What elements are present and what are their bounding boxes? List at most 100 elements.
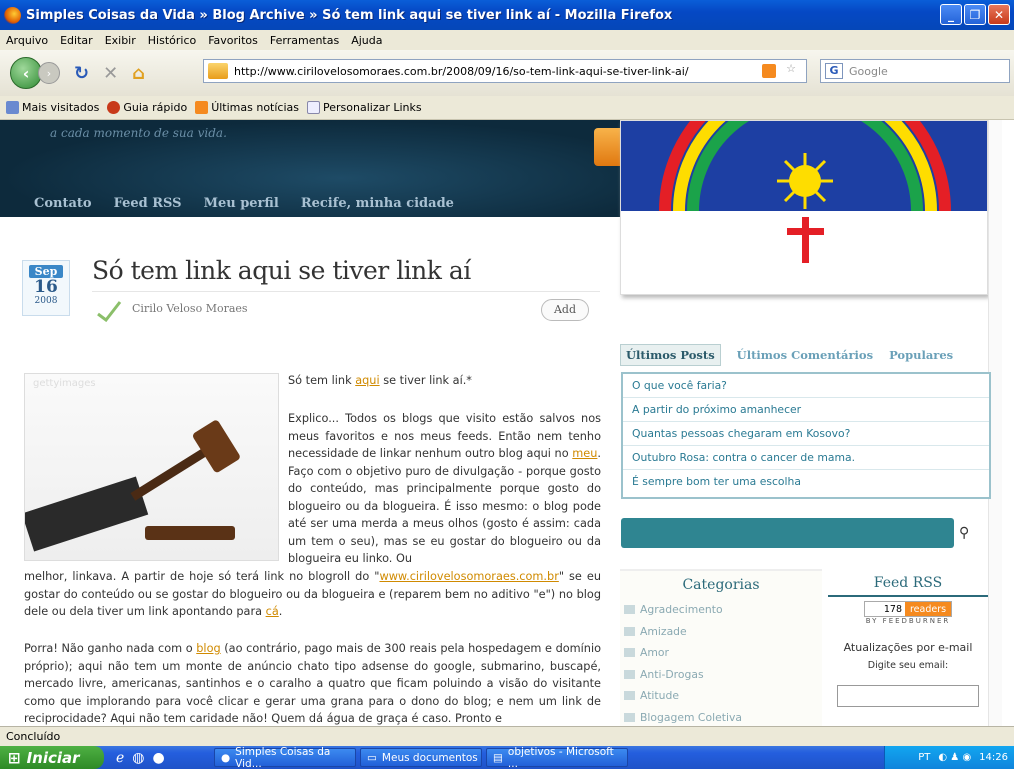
link-aqui[interactable]: aqui	[355, 374, 379, 387]
list-item[interactable]: Quantas pessoas chegaram em Kosovo?	[623, 422, 989, 446]
task-firefox[interactable]: ● Simples Coisas da Vid...	[214, 746, 356, 769]
email-field[interactable]	[837, 685, 979, 707]
menu-editar[interactable]: Editar	[60, 34, 93, 47]
post-author[interactable]: Cirilo Veloso Moraes	[132, 302, 248, 315]
menu-favoritos[interactable]: Favoritos	[208, 34, 258, 47]
nav-meu-perfil[interactable]: Meu perfil	[204, 196, 279, 211]
link-ca[interactable]: cá	[266, 605, 279, 618]
link-site[interactable]: www.cirilovelosomoraes.com.br	[379, 570, 558, 583]
link-blog[interactable]: blog	[196, 642, 220, 655]
bookmark-personalizar-links[interactable]: Personalizar Links	[307, 101, 422, 114]
tab-ultimos-posts[interactable]: Últimos Posts	[620, 344, 721, 366]
categories-widget: Categorias Agradecimento Amizade Amor An…	[620, 569, 822, 726]
pen-icon	[97, 301, 122, 322]
taskbar: ⊞ Iniciar ℯ ◍ ● ● Simples Coisas da Vid...…	[0, 746, 1014, 769]
bookmark-ultimas-noticias[interactable]: Últimas notícias	[195, 101, 299, 114]
tab-populares[interactable]: Populares	[889, 348, 953, 362]
bookmark-mais-visitados[interactable]: Mais visitados	[6, 101, 99, 114]
recent-posts-list: O que você faria? A partir do próximo am…	[621, 372, 991, 499]
firefox-icon	[4, 6, 21, 24]
menu-historico[interactable]: Histórico	[148, 34, 196, 47]
post-year: 2008	[34, 296, 58, 306]
google-icon: G	[825, 63, 843, 79]
word-icon: ▤	[493, 751, 503, 764]
system-tray: PT ◐ ♟ ◉ 14:26	[884, 746, 1014, 769]
bookmark-icon	[107, 101, 121, 114]
minimize-button[interactable]: _	[940, 4, 962, 25]
flag-rainbow-icon	[659, 121, 951, 263]
clock: 14:26	[979, 752, 1008, 763]
email-title: Atualizações por e-mail	[843, 641, 973, 654]
forward-button[interactable]: ›	[38, 62, 60, 84]
category-item[interactable]: Blogagem Coletiva	[620, 707, 822, 727]
category-item[interactable]: Amor	[620, 642, 822, 664]
menu-ajuda[interactable]: Ajuda	[351, 34, 382, 47]
post-title[interactable]: Só tem link aqui se tiver link aí	[92, 256, 471, 285]
browser-icon[interactable]: ◍	[132, 750, 144, 766]
language-indicator[interactable]: PT	[918, 752, 930, 763]
nav-contato[interactable]: Contato	[34, 196, 92, 211]
post-paragraph-2b: melhor, linkava. A partir de hoje só ter…	[24, 570, 602, 618]
menu-arquivo[interactable]: Arquivo	[6, 34, 48, 47]
category-item[interactable]: Atitude	[620, 685, 822, 707]
feedburner-label: BY FEEDBURNER	[865, 617, 951, 625]
rss-icon	[195, 101, 209, 114]
star-icon[interactable]: ☆	[786, 62, 796, 75]
window-title: Simples Coisas da Vida » Blog Archive » …	[26, 7, 673, 23]
blog-tagline: a cada momento de sua vida.	[50, 126, 227, 140]
task-meus-documentos[interactable]: ▭ Meus documentos	[360, 748, 482, 767]
menu-exibir[interactable]: Exibir	[105, 34, 136, 47]
tab-ultimos-comentarios[interactable]: Últimos Comentários	[737, 348, 873, 362]
post-paragraph-1: Só tem link aqui se tiver link aí.*	[288, 374, 472, 387]
task-word[interactable]: ▤ objetivos - Microsoft ...	[486, 746, 628, 769]
reload-icon[interactable]: ↻	[74, 63, 89, 84]
url-bar[interactable]: http://www.cirilovelosomoraes.com.br/200…	[203, 59, 807, 83]
feedburner-badge[interactable]: 178 readers BY FEEDBURNER	[864, 601, 952, 625]
nav-feed-rss[interactable]: Feed RSS	[114, 196, 182, 211]
add-button[interactable]: Add	[541, 299, 589, 321]
category-item[interactable]: Agradecimento	[620, 599, 822, 621]
bookmark-icon	[6, 101, 19, 114]
firefox-quick-icon[interactable]: ●	[153, 750, 165, 766]
start-button[interactable]: ⊞ Iniciar	[0, 746, 104, 769]
feed-count: 178	[865, 602, 905, 616]
search-icon[interactable]: ⚲	[959, 525, 969, 541]
bookmarks-toolbar: Mais visitados Guia rápido Últimas notíc…	[0, 96, 1014, 120]
search-placeholder: Google	[849, 64, 888, 78]
url-text: http://www.cirilovelosomoraes.com.br/200…	[234, 64, 689, 78]
feed-title: Feed RSS	[828, 569, 988, 597]
quick-launch: ℯ ◍ ●	[104, 750, 214, 766]
category-item[interactable]: Amizade	[620, 621, 822, 643]
home-icon[interactable]: ⌂	[132, 63, 145, 84]
post-date: Sep 16 2008	[22, 260, 70, 316]
feed-readers-label: readers	[905, 602, 951, 616]
page-icon	[307, 101, 320, 114]
list-item[interactable]: Outubro Rosa: contra o cancer de mama.	[623, 446, 989, 470]
gavel-image: gettyimages	[21, 373, 279, 561]
link-meu[interactable]: meu	[572, 447, 597, 460]
bookmark-guia-rapido[interactable]: Guia rápido	[107, 101, 187, 114]
status-bar: Concluído	[0, 726, 1014, 746]
blog-search-input[interactable]	[621, 518, 954, 548]
list-item[interactable]: É sempre bom ter uma escolha	[623, 470, 989, 494]
windows-logo-icon: ⊞	[8, 748, 21, 767]
post-paragraph-3: Porra! Não ganho nada com o blog (ao con…	[24, 642, 601, 725]
tray-icons[interactable]: ◐ ♟ ◉	[938, 752, 971, 763]
list-item[interactable]: O que você faria?	[623, 374, 989, 398]
maximize-button[interactable]: ❐	[964, 4, 986, 25]
nav-recife[interactable]: Recife, minha cidade	[301, 196, 454, 211]
window-titlebar: Simples Coisas da Vida » Blog Archive » …	[0, 0, 1014, 30]
category-item[interactable]: Anti-Drogas	[620, 664, 822, 686]
email-label: Digite seu email:	[867, 660, 949, 671]
stop-icon[interactable]: ✕	[103, 63, 118, 84]
post-paragraph-2: Explico... Todos os blogs que visito est…	[288, 412, 601, 565]
search-box[interactable]: G Google	[820, 59, 1010, 83]
blog-header: a cada momento de sua vida. Contato Feed…	[0, 120, 634, 217]
close-button[interactable]: ✕	[988, 4, 1010, 25]
menu-ferramentas[interactable]: Ferramentas	[270, 34, 339, 47]
folder-icon: ▭	[367, 751, 377, 764]
site-icon	[208, 63, 228, 79]
ie-icon[interactable]: ℯ	[116, 750, 124, 766]
rss-icon[interactable]	[762, 64, 776, 78]
list-item[interactable]: A partir do próximo amanhecer	[623, 398, 989, 422]
